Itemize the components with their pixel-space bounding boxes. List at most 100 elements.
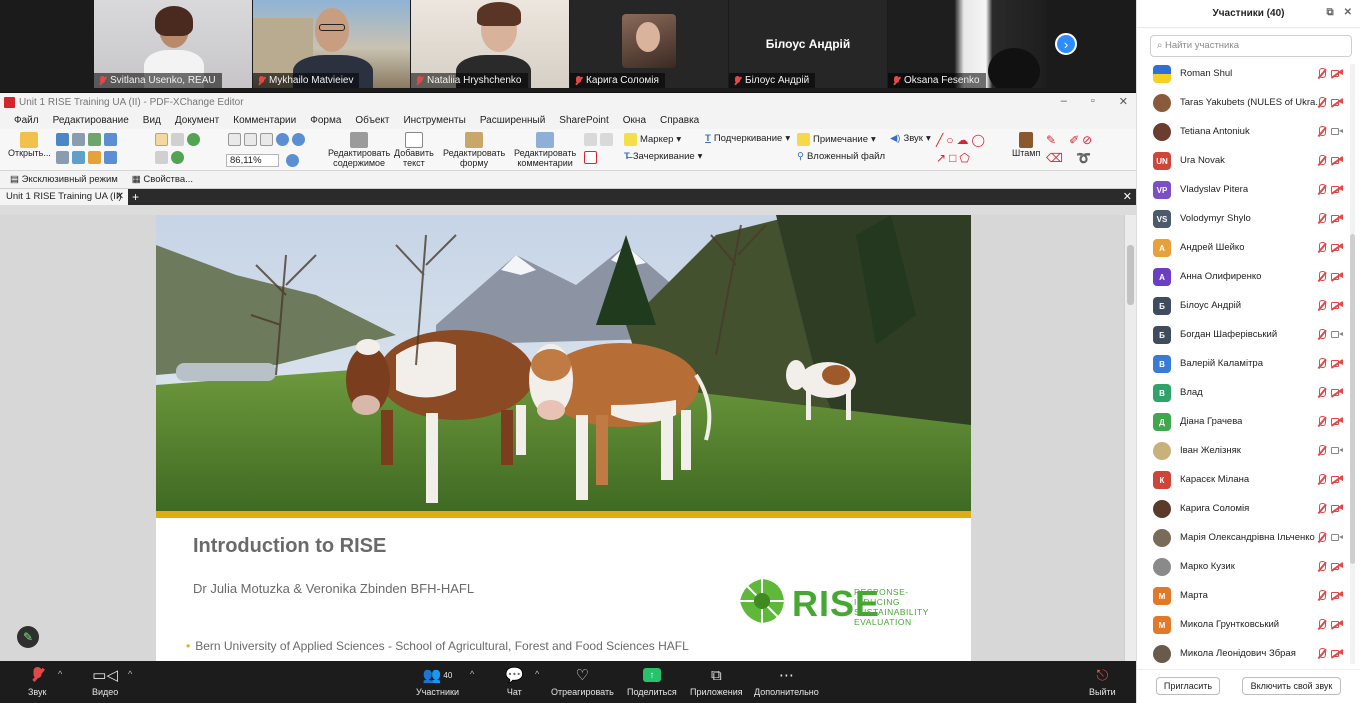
- pencil-icon[interactable]: ✎: [1046, 133, 1056, 147]
- apps-button[interactable]: ⧉ Приложения: [690, 665, 743, 698]
- zoom-level-select[interactable]: 86,11%: [226, 154, 279, 167]
- participant-row[interactable]: VP Vladyslav Pitera: [1137, 176, 1349, 205]
- rotate-icon[interactable]: [187, 133, 200, 146]
- annotate-pen-icon[interactable]: ✎: [17, 626, 39, 648]
- participant-row[interactable]: А Андрей Шейко: [1137, 234, 1349, 263]
- participants-scrollbar[interactable]: [1350, 64, 1355, 664]
- line-icon[interactable]: ╱: [936, 133, 943, 147]
- edit-form-button[interactable]: Редактировать форму: [443, 132, 505, 168]
- circle-icon[interactable]: ◯: [971, 133, 984, 147]
- leave-button[interactable]: ⎋ Выйти: [1089, 665, 1116, 698]
- cloud-icon[interactable]: ☁: [956, 133, 968, 147]
- video-button[interactable]: ▭◁ Видео: [92, 665, 118, 697]
- lasso-icon[interactable]: ➰: [1076, 151, 1091, 165]
- document-scrollbar[interactable]: [1124, 215, 1136, 661]
- print-icon[interactable]: [72, 133, 85, 146]
- marker-button[interactable]: Маркер ▾: [624, 133, 681, 146]
- react-button[interactable]: ♡ Отреагировать: [551, 665, 614, 697]
- participant-row[interactable]: Д Діана Грачева: [1137, 408, 1349, 437]
- actual-size-icon[interactable]: [228, 133, 241, 146]
- video-tile[interactable]: Oksana Fesenko: [888, 0, 1046, 88]
- more-button[interactable]: ⋯ Дополнительно: [754, 665, 819, 697]
- share-screen-button[interactable]: ↑ Поделиться: [627, 665, 677, 697]
- video-tile[interactable]: Svitlana Usenko, REAU: [94, 0, 252, 88]
- save-icon[interactable]: [56, 133, 69, 146]
- participant-row[interactable]: Микола Леонідович Збрая: [1137, 640, 1349, 669]
- hand-tool-icon[interactable]: [155, 133, 168, 146]
- area-icon[interactable]: [584, 151, 597, 164]
- rectangle-icon[interactable]: □: [949, 151, 956, 165]
- snapshot-icon[interactable]: [155, 151, 168, 164]
- video-tile-active-speaker[interactable]: Mykhailo Matvieiev: [253, 0, 410, 88]
- fit-page-icon[interactable]: [244, 133, 257, 146]
- crop-icon[interactable]: [584, 133, 597, 146]
- scan-icon[interactable]: [56, 151, 69, 164]
- menu-object[interactable]: Объект: [355, 115, 389, 126]
- menu-form[interactable]: Форма: [310, 115, 341, 126]
- participant-row[interactable]: VS Volodymyr Shylo: [1137, 205, 1349, 234]
- menu-windows[interactable]: Окна: [623, 115, 646, 126]
- participant-row[interactable]: М Марта: [1137, 582, 1349, 611]
- audio-button[interactable]: Звук: [28, 665, 46, 697]
- open-button[interactable]: Открыть...: [8, 132, 51, 158]
- menu-comments[interactable]: Комментарии: [233, 115, 296, 126]
- strikeout-button[interactable]: T̶ Зачеркивание ▾: [624, 151, 702, 162]
- forward-icon[interactable]: [88, 151, 101, 164]
- attachment-button[interactable]: ⚲ Вложенный файл: [797, 151, 885, 162]
- email-icon[interactable]: [72, 151, 85, 164]
- popout-icon[interactable]: ⧉: [1326, 7, 1333, 18]
- audio-options-caret[interactable]: ^: [58, 669, 62, 679]
- properties-button[interactable]: ▦ Свойства...: [132, 174, 193, 185]
- participant-row[interactable]: UN Ura Novak: [1137, 147, 1349, 176]
- no-entry-icon[interactable]: ⊘: [1082, 133, 1092, 147]
- close-panel-icon[interactable]: ✕: [1344, 7, 1352, 18]
- fit-width-icon[interactable]: [260, 133, 273, 146]
- participant-row[interactable]: Б Богдан Шаферівський: [1137, 321, 1349, 350]
- participant-row[interactable]: Іван Желізняк: [1137, 437, 1349, 466]
- video-tile[interactable]: Білоус Андрій Білоус Андрій: [729, 0, 887, 88]
- participant-row[interactable]: А Анна Олифиренко: [1137, 263, 1349, 292]
- ellipse-icon[interactable]: ○: [946, 133, 953, 147]
- sound-button[interactable]: ◀) Звук ▾: [890, 133, 931, 144]
- invite-button[interactable]: Пригласить: [1156, 677, 1220, 695]
- measure-icon[interactable]: [600, 133, 613, 146]
- participant-row[interactable]: М Микола Грунтковський: [1137, 611, 1349, 640]
- maximize-icon[interactable]: ▫: [1091, 95, 1095, 108]
- participant-row[interactable]: Roman Shul: [1137, 60, 1349, 89]
- scrollbar-thumb[interactable]: [1127, 245, 1134, 305]
- participants-button[interactable]: 👥 40 Участники: [416, 665, 459, 697]
- tab-close-icon[interactable]: ✕: [116, 189, 124, 205]
- menu-advanced[interactable]: Расширенный: [480, 115, 545, 126]
- chat-button[interactable]: 💬 Чат: [505, 665, 524, 697]
- menu-edit[interactable]: Редактирование: [53, 115, 129, 126]
- zoom-plus-icon[interactable]: [286, 154, 299, 167]
- close-document-icon[interactable]: ✕: [1123, 189, 1132, 205]
- eraser-icon[interactable]: ⌫: [1046, 151, 1063, 165]
- minimize-icon[interactable]: –: [1061, 95, 1067, 108]
- zoom-out-icon[interactable]: [292, 133, 305, 146]
- menu-file[interactable]: Файл: [14, 115, 39, 126]
- participant-row[interactable]: К Карасєк Мілана: [1137, 466, 1349, 495]
- chat-options-caret[interactable]: ^: [535, 669, 539, 679]
- scrollbar-thumb[interactable]: [1350, 234, 1355, 564]
- participants-options-caret[interactable]: ^: [470, 669, 474, 679]
- new-tab-icon[interactable]: +: [132, 189, 139, 205]
- note-button[interactable]: Примечание ▾: [797, 133, 876, 146]
- add-text-button[interactable]: Добавить текст: [394, 132, 434, 168]
- close-icon[interactable]: ✕: [1119, 95, 1128, 108]
- participant-search-input[interactable]: ⌕ Найти участника: [1150, 35, 1352, 57]
- next-page-icon[interactable]: ›: [1055, 33, 1077, 55]
- participant-row[interactable]: Марко Кузик: [1137, 553, 1349, 582]
- menu-view[interactable]: Вид: [143, 115, 161, 126]
- menu-sharepoint[interactable]: SharePoint: [559, 115, 608, 126]
- undo-icon[interactable]: [104, 133, 117, 146]
- pen-icon[interactable]: ✐: [1069, 133, 1079, 147]
- participant-row[interactable]: Марія Олександрівна Ільченко: [1137, 524, 1349, 553]
- zoom-in-icon[interactable]: [276, 133, 289, 146]
- participant-row[interactable]: Tetiana Antoniuk: [1137, 118, 1349, 147]
- menu-tools[interactable]: Инструменты: [403, 115, 465, 126]
- menu-help[interactable]: Справка: [660, 115, 699, 126]
- redo-icon[interactable]: [104, 151, 117, 164]
- arrow-icon[interactable]: ↗: [936, 151, 946, 165]
- video-tile[interactable]: Карига Соломія: [570, 0, 728, 88]
